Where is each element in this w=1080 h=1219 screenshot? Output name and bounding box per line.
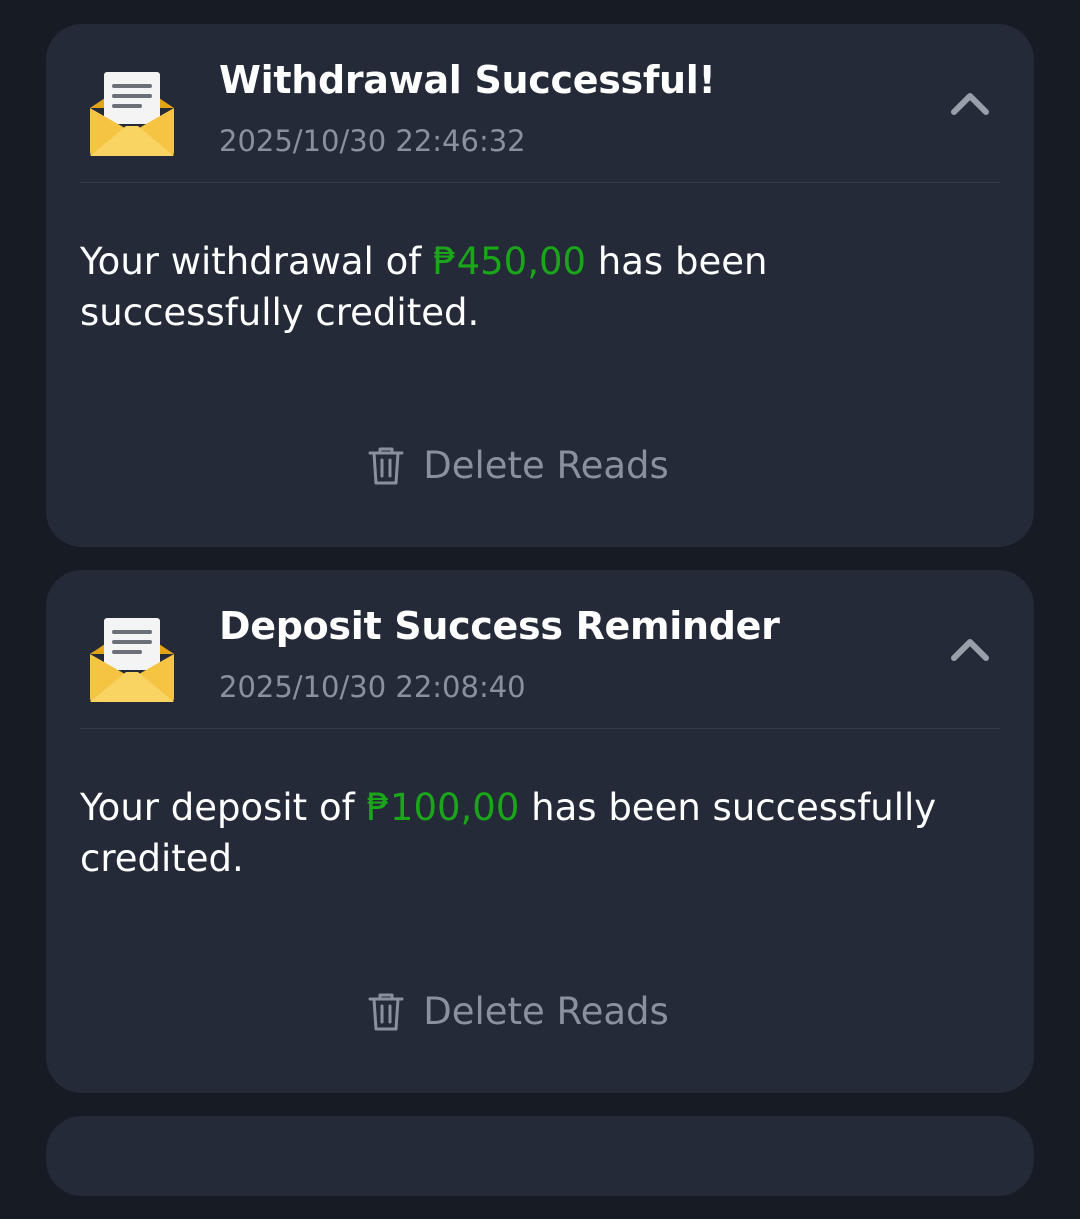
delete-reads-button[interactable]: Delete Reads [46,444,1034,487]
amount-value: ₱100,00 [366,786,520,829]
notification-card: Deposit Success Reminder 2025/10/30 22:0… [46,570,1034,1093]
chevron-up-icon[interactable] [946,80,994,128]
notification-card-partial [46,1116,1034,1196]
notification-timestamp: 2025/10/30 22:08:40 [219,670,526,704]
delete-reads-button[interactable]: Delete Reads [46,990,1034,1033]
notification-timestamp: 2025/10/30 22:46:32 [219,124,526,158]
divider [80,728,1000,729]
notification-card: Withdrawal Successful! 2025/10/30 22:46:… [46,24,1034,547]
chevron-up-icon[interactable] [946,626,994,674]
notification-message: Your withdrawal of ₱450,00 has been succ… [80,236,980,338]
notification-title: Withdrawal Successful! [219,58,716,102]
message-text-before: Your withdrawal of [80,240,434,283]
open-envelope-icon [90,72,174,156]
amount-value: ₱450,00 [433,240,587,283]
trash-icon [368,993,404,1030]
delete-reads-label: Delete Reads [423,990,669,1033]
divider [80,182,1000,183]
open-envelope-icon [90,618,174,702]
trash-icon [368,447,404,484]
notification-list: Withdrawal Successful! 2025/10/30 22:46:… [46,24,1034,1219]
message-text-before: Your deposit of [80,786,367,829]
delete-reads-label: Delete Reads [423,444,669,487]
notification-message: Your deposit of ₱100,00 has been success… [80,782,980,884]
notification-title: Deposit Success Reminder [219,604,780,648]
